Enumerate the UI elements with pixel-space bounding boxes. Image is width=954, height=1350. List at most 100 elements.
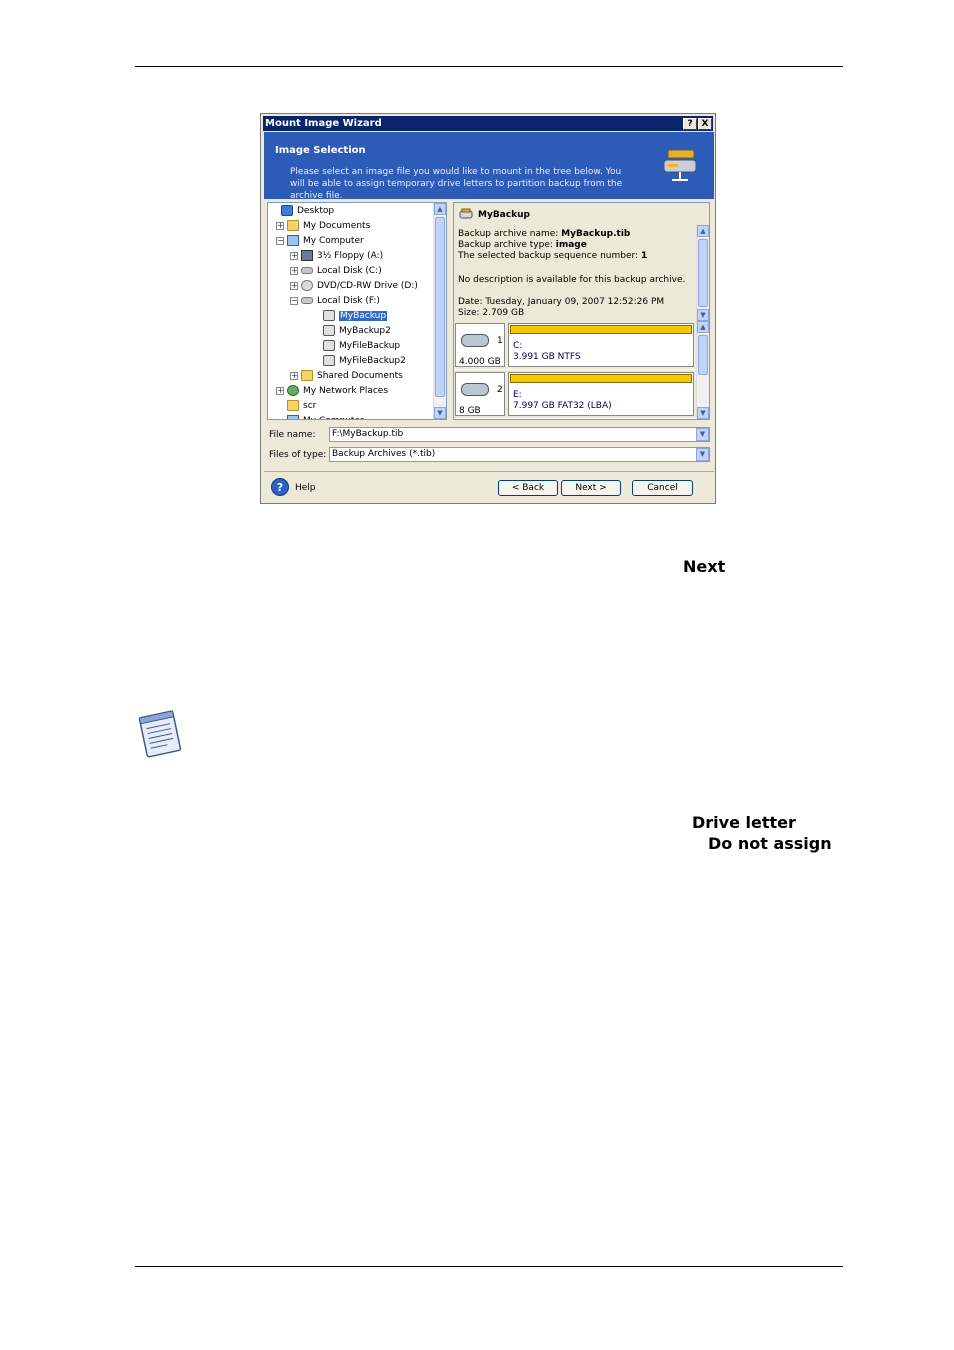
tree-item[interactable]: − Local Disk (F:) (290, 294, 380, 308)
hard-disk-icon (461, 334, 489, 347)
tree-item-label: Desktop (297, 206, 335, 216)
disk-row[interactable]: 1 4.000 GB C: 3.991 GB NTFS (454, 321, 697, 369)
mount-image-wizard-dialog: Mount Image Wizard ? X Image Selection P… (260, 113, 716, 504)
desk-icon (281, 205, 293, 216)
scroll-up-icon[interactable]: ▲ (697, 225, 709, 237)
partition-bar (510, 325, 692, 334)
tree-item-label: Shared Documents (317, 371, 403, 381)
disk-scrollbar[interactable]: ▲ ▼ (696, 321, 709, 419)
tree-item[interactable]: + Shared Documents (290, 369, 403, 383)
archive-name-label: Backup archive name: (458, 229, 562, 239)
tree-item-label: scr (303, 401, 317, 411)
tree-item[interactable]: MyBackup (312, 309, 388, 323)
archive-type-row: Backup archive type: image (458, 240, 698, 251)
archive-date: Date: Tuesday, January 09, 2007 12:52:26… (458, 297, 698, 308)
tree-item[interactable]: +3½ Floppy (A:) (290, 249, 383, 263)
expander-icon[interactable]: − (276, 236, 284, 245)
expander-icon[interactable]: + (290, 371, 298, 380)
scroll-up-icon[interactable]: ▲ (697, 321, 709, 333)
archive-info-panel: MyBackup Backup archive name: MyBackup.t… (453, 202, 710, 420)
next-button[interactable]: Next > (561, 480, 621, 496)
expander-icon[interactable]: + (290, 281, 298, 290)
back-button[interactable]: < Back (498, 480, 558, 496)
tree-item[interactable]: + My Documents (276, 219, 370, 233)
pc-icon (287, 235, 299, 246)
folder-icon (301, 370, 313, 381)
expander-icon[interactable]: + (290, 251, 298, 260)
disk-summary: 1 4.000 GB (455, 323, 505, 367)
header-title: Image Selection (275, 145, 366, 156)
mount-drive-icon (663, 149, 697, 181)
tree-item-label: MyBackup (339, 311, 388, 321)
title-help-button[interactable]: ? (683, 118, 697, 130)
archive-name-value: MyBackup.tib (561, 229, 631, 239)
sequence-row: The selected backup sequence number: 1 (458, 251, 698, 262)
expander-icon[interactable]: + (276, 386, 284, 395)
tree-item[interactable]: + DVD/CD-RW Drive (D:) (290, 279, 418, 293)
scroll-down-icon[interactable]: ▼ (697, 309, 709, 321)
archive-name-row: Backup archive name: MyBackup.tib (458, 229, 698, 240)
tree-item[interactable]: MyFileBackup2 (312, 354, 406, 368)
tree-item[interactable]: − My Computer (276, 234, 364, 248)
tree-item[interactable]: + My Network Places (276, 384, 388, 398)
word-drive-letter: Drive letter (692, 813, 796, 832)
tree-item[interactable]: MyFileBackup (312, 339, 400, 353)
partition-letter: E: (513, 390, 522, 400)
archive-size: Size: 2.709 GB (458, 308, 698, 319)
tree-item-label: MyFileBackup2 (339, 356, 406, 366)
file-name-label: File name: (269, 430, 316, 440)
tree-scrollbar[interactable]: ▲ ▼ (433, 203, 446, 419)
word-do-not-assign: Do not assign (708, 834, 832, 853)
title-close-button[interactable]: X (698, 118, 712, 130)
drive-icon (301, 267, 313, 274)
info-scrollbar[interactable]: ▲ ▼ (696, 225, 709, 321)
disk-summary: 2 8 GB (455, 372, 505, 416)
partition-block[interactable]: C: 3.991 GB NTFS (508, 323, 694, 367)
net-icon (287, 385, 299, 396)
pc-icon (287, 415, 299, 419)
tree-item[interactable]: + Local Disk (C:) (290, 264, 382, 278)
archive-icon (459, 208, 473, 219)
files-of-type-combobox[interactable]: Backup Archives (*.tib) ▼ (329, 447, 710, 462)
disc-icon (301, 280, 313, 291)
tree-item[interactable]: Desktop (270, 204, 334, 218)
files-of-type-label: Files of type: (269, 450, 327, 460)
scroll-thumb[interactable] (698, 239, 708, 307)
partition-block[interactable]: E: 7.997 GB FAT32 (LBA) (508, 372, 694, 416)
scroll-down-icon[interactable]: ▼ (697, 407, 709, 419)
tree-item-label: DVD/CD-RW Drive (D:) (317, 281, 418, 291)
archive-type-value: image (555, 240, 587, 250)
sequence-value: 1 (640, 251, 648, 261)
dialog-titlebar: Mount Image Wizard ? X (263, 116, 713, 131)
wizard-header: Image Selection Please select an image f… (264, 132, 714, 201)
archive-description: No description is available for this bac… (458, 275, 698, 286)
tree-item[interactable]: My Computer (276, 414, 364, 419)
scroll-thumb[interactable] (698, 335, 708, 375)
expander-icon[interactable]: − (290, 296, 298, 305)
file-name-combobox[interactable]: F:\MyBackup.tib ▼ (329, 427, 710, 442)
sequence-label: The selected backup sequence number: (458, 251, 641, 261)
help-icon[interactable]: ? (271, 478, 289, 496)
scroll-thumb[interactable] (435, 217, 445, 397)
tree-item-label: MyFileBackup (339, 341, 401, 351)
expander-icon[interactable]: + (290, 266, 298, 275)
folder-tree[interactable]: Desktop + My Documents − My Computer +3½ Flop… (267, 202, 447, 420)
folder-icon (287, 400, 299, 411)
scroll-up-icon[interactable]: ▲ (434, 203, 446, 215)
scroll-down-icon[interactable]: ▼ (434, 407, 446, 419)
archive-icon (323, 355, 335, 366)
tree-item[interactable]: MyBackup2 (312, 324, 391, 338)
archive-icon (323, 325, 335, 336)
disk-row[interactable]: 2 8 GB E: 7.997 GB FAT32 (LBA) (454, 370, 697, 418)
expander-icon[interactable]: + (276, 221, 284, 230)
info-title: MyBackup (478, 210, 530, 220)
file-name-value: F:\MyBackup.tib (332, 429, 404, 439)
chevron-down-icon[interactable]: ▼ (696, 448, 709, 461)
folder-icon (287, 220, 299, 231)
tree-item-label: 3½ Floppy (A:) (317, 251, 384, 261)
button-separator (264, 471, 714, 472)
cancel-button[interactable]: Cancel (632, 480, 693, 496)
chevron-down-icon[interactable]: ▼ (696, 428, 709, 441)
help-link[interactable]: Help (295, 483, 316, 493)
tree-item[interactable]: scr (276, 399, 316, 413)
